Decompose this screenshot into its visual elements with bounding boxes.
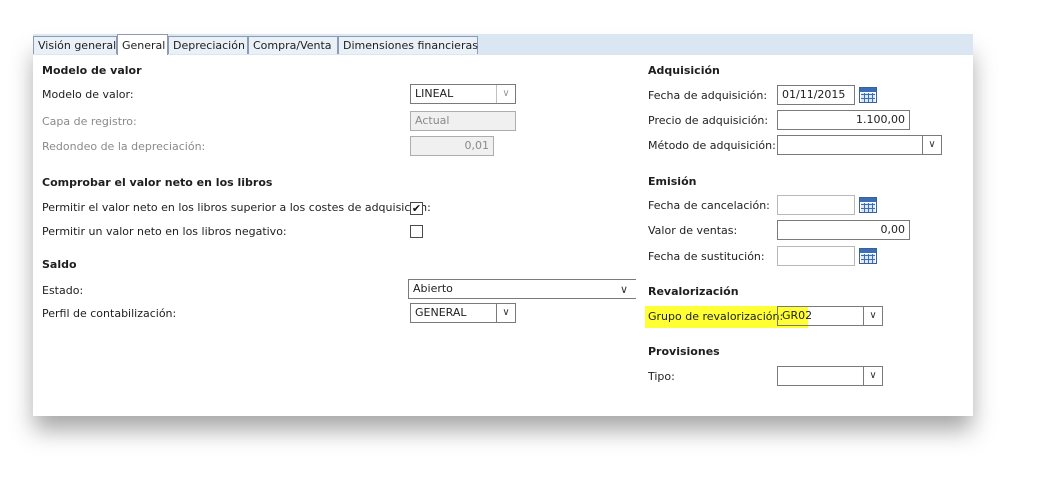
value-model-value: LINEAL: [415, 87, 454, 100]
sales-value-field[interactable]: 0,00: [777, 220, 910, 240]
tab-label: Compra/Venta: [253, 39, 332, 52]
acquisition-method-label: Método de adquisición:: [648, 139, 776, 152]
posting-profile-label: Perfil de contabilización:: [42, 307, 177, 320]
sales-value-value: 0,00: [880, 223, 906, 236]
tab-label: Depreciación: [173, 39, 245, 52]
tab-bar: Visión general General Depreciación Comp…: [33, 34, 973, 56]
tab-general[interactable]: General: [117, 34, 168, 56]
acquisition-price-value: 1.100,00: [856, 113, 905, 126]
calendar-icon[interactable]: [859, 248, 877, 264]
tab-label: General: [122, 39, 166, 52]
revaluation-group-select[interactable]: GR02 ∨: [777, 306, 883, 326]
posting-layer-label: Capa de registro:: [42, 115, 137, 128]
tab-label: Visión general: [38, 39, 117, 52]
chevron-down-icon[interactable]: ∨: [863, 307, 882, 325]
allow-above-cost-checkbox[interactable]: ✔: [410, 202, 423, 215]
value-model-label: Modelo de valor:: [42, 88, 134, 101]
provisions-header: Provisiones: [648, 345, 720, 358]
value-model-header: Modelo de valor: [42, 64, 142, 77]
depreciation-rounding-field: 0,01: [410, 136, 494, 156]
replacement-date-label: Fecha de sustitución:: [648, 250, 765, 263]
chevron-down-icon[interactable]: ∨: [496, 304, 515, 322]
status-select[interactable]: Abierto: [408, 279, 636, 299]
posting-profile-value: GENERAL: [415, 306, 467, 319]
allow-negative-label: Permitir un valor neto en los libros neg…: [42, 225, 287, 238]
posting-layer-field: Actual: [410, 111, 516, 131]
provision-type-select[interactable]: ∨: [777, 366, 883, 386]
posting-layer-value: Actual: [415, 114, 450, 127]
chevron-down-icon[interactable]: ∨: [496, 85, 515, 103]
revaluation-header: Revalorización: [648, 285, 739, 298]
revaluation-group-label: Grupo de revalorización:: [648, 310, 784, 323]
status-value: Abierto: [413, 282, 453, 295]
acquisition-date-label: Fecha de adquisición:: [648, 89, 768, 102]
tab-vision-general[interactable]: Visión general: [33, 36, 117, 54]
balance-header: Saldo: [42, 258, 77, 271]
chevron-down-icon[interactable]: ∨: [620, 283, 628, 297]
allow-negative-checkbox[interactable]: [410, 225, 423, 238]
checkmark-icon: ✔: [411, 202, 422, 215]
status-label: Estado:: [42, 284, 84, 297]
provision-type-label: Tipo:: [648, 370, 675, 383]
disposal-header: Emisión: [648, 175, 697, 188]
book-value-header: Comprobar el valor neto en los libros: [42, 176, 273, 189]
revaluation-group-value: GR02: [782, 309, 813, 322]
depreciation-rounding-label: Redondeo de la depreciación:: [42, 140, 206, 153]
chevron-down-icon[interactable]: ∨: [863, 367, 882, 385]
cancellation-date-label: Fecha de cancelación:: [648, 199, 770, 212]
tab-depreciacion[interactable]: Depreciación: [168, 36, 248, 54]
tab-dimensiones-financieras[interactable]: Dimensiones financieras: [338, 36, 478, 54]
value-model-select[interactable]: LINEAL ∨: [410, 84, 516, 104]
replacement-date-field[interactable]: [777, 246, 855, 266]
acquisition-price-label: Precio de adquisición:: [648, 114, 769, 127]
acquisition-header: Adquisición: [648, 64, 720, 77]
acquisition-date-value: 01/11/2015: [782, 88, 846, 101]
tab-compra-venta[interactable]: Compra/Venta: [248, 36, 338, 54]
acquisition-price-field[interactable]: 1.100,00: [777, 110, 910, 130]
tab-label: Dimensiones financieras: [343, 39, 478, 52]
general-tab-panel: Modelo de valor Modelo de valor: LINEAL …: [33, 55, 973, 416]
posting-profile-select[interactable]: GENERAL ∨: [410, 303, 516, 323]
calendar-icon[interactable]: [859, 87, 877, 103]
depreciation-rounding-value: 0,01: [464, 139, 490, 152]
acquisition-method-select[interactable]: ∨: [777, 135, 942, 155]
chevron-down-icon[interactable]: ∨: [922, 136, 941, 154]
sales-value-label: Valor de ventas:: [648, 224, 738, 237]
allow-above-cost-label: Permitir el valor neto en los libros sup…: [42, 201, 431, 214]
acquisition-date-field[interactable]: 01/11/2015: [777, 85, 855, 105]
cancellation-date-field[interactable]: [777, 195, 855, 215]
calendar-icon[interactable]: [859, 197, 877, 213]
